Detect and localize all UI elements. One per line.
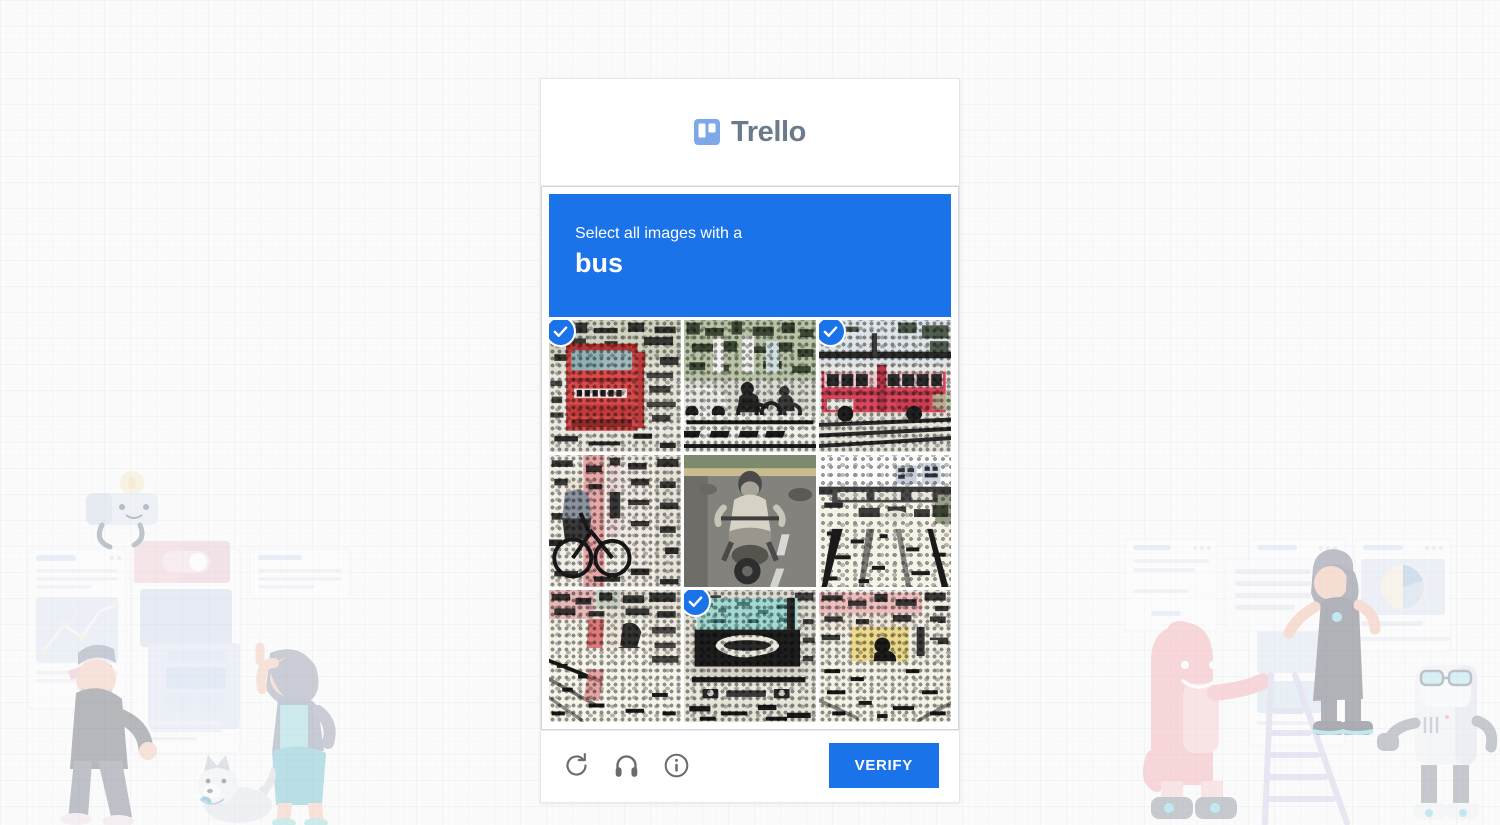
- captcha-image-grid: [549, 320, 951, 722]
- right-background-illustration: [1124, 538, 1498, 825]
- left-background-illustration: [27, 471, 351, 825]
- brand-header: Trello: [541, 79, 959, 186]
- prompt-banner: Select all images with a bus: [549, 194, 951, 317]
- trello-logo-icon: [694, 119, 721, 145]
- refresh-icon[interactable]: [563, 752, 590, 779]
- prompt-target-text: bus: [575, 248, 624, 279]
- cell-texture: [819, 590, 951, 722]
- grid-cell-8[interactable]: [684, 590, 816, 722]
- cell-texture: [549, 590, 681, 722]
- footer-tools: [563, 752, 690, 779]
- info-icon[interactable]: [663, 752, 690, 779]
- grid-cell-2[interactable]: [684, 320, 816, 452]
- headphones-icon[interactable]: [613, 752, 640, 779]
- grid-cell-9[interactable]: [819, 590, 951, 722]
- cell-texture: [549, 455, 681, 587]
- grid-cell-4[interactable]: [549, 455, 681, 587]
- grid-cell-6[interactable]: [819, 455, 951, 587]
- grid-cell-1[interactable]: [549, 320, 681, 452]
- brand-row: Trello: [694, 116, 806, 149]
- brand-name: Trello: [731, 115, 806, 148]
- prompt-intro-text: Select all images with a: [575, 225, 743, 242]
- captcha-footer: VERIFY: [541, 730, 959, 802]
- cell-texture: [819, 455, 951, 587]
- cell-texture: [684, 320, 816, 452]
- grid-cell-7[interactable]: [549, 590, 681, 722]
- grid-cell-5[interactable]: [684, 455, 816, 587]
- grid-cell-3[interactable]: [819, 320, 951, 452]
- verify-button[interactable]: VERIFY: [828, 743, 939, 788]
- captcha-card: Trello Select all images with a bus VERI…: [540, 78, 960, 803]
- captcha-body: Select all images with a bus: [541, 186, 959, 730]
